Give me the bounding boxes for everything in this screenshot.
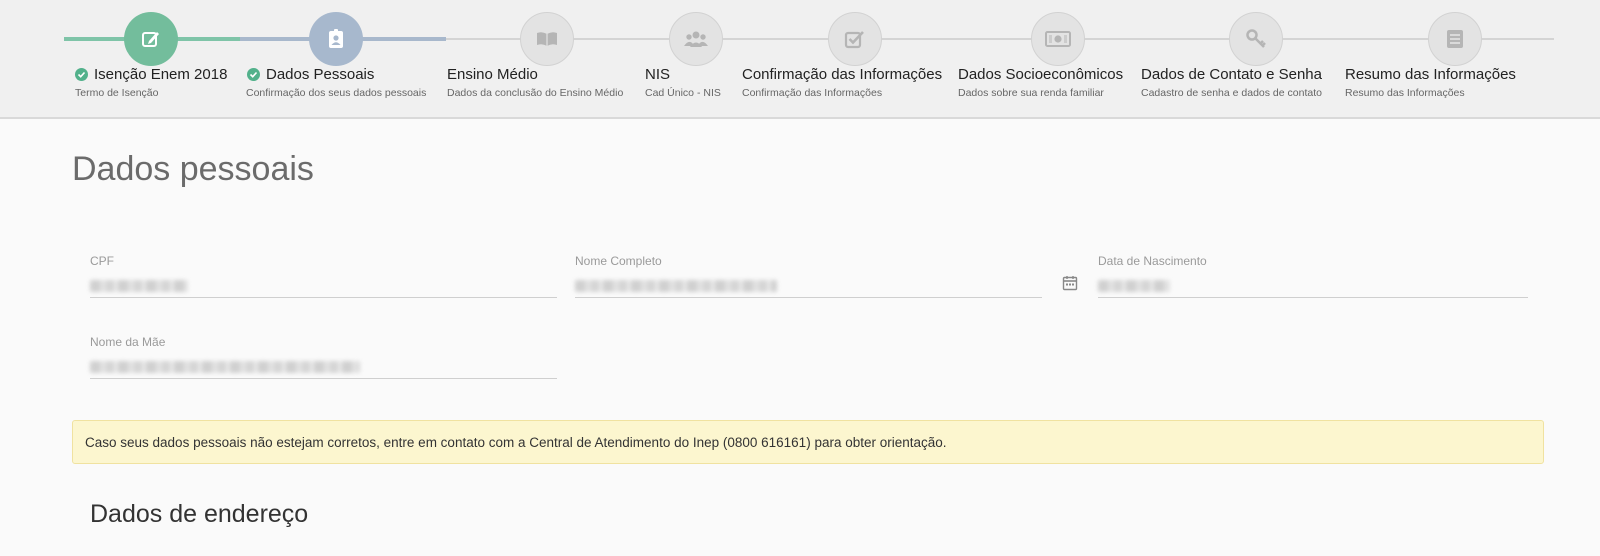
step-subtitle: Dados da conclusão do Ensino Médio [447, 87, 624, 99]
step-subtitle: Cad Único - NIS [645, 87, 721, 99]
users-icon [669, 12, 723, 66]
step-title: Resumo das Informações [1345, 66, 1516, 83]
nome-mae-label: Nome da Mãe [90, 335, 166, 349]
step-nis[interactable]: NIS Cad Único - NIS [640, 0, 740, 119]
key-icon [1229, 12, 1283, 66]
step-ensino-medio[interactable]: Ensino Médio Dados da conclusão do Ensin… [440, 0, 640, 119]
step-dados-pessoais[interactable]: Dados Pessoais Confirmação dos seus dado… [240, 0, 440, 119]
calendar-icon[interactable] [1062, 275, 1078, 296]
obscured-value [1098, 280, 1170, 292]
step-title: Dados Socioeconômicos [958, 66, 1124, 83]
step-isencao[interactable]: Isenção Enem 2018 Termo de Isenção [0, 0, 240, 119]
step-title: Confirmação das Informações [742, 66, 943, 83]
obscured-value [575, 280, 777, 292]
alert-text: Caso seus dados pessoais não estejam cor… [85, 434, 947, 450]
page-title: Dados pessoais [72, 150, 314, 188]
step-subtitle: Resumo das Informações [1345, 87, 1465, 99]
step-subtitle: Dados sobre sua renda familiar [958, 87, 1104, 99]
progress-stepper: Isenção Enem 2018 Termo de Isenção Dados… [0, 0, 1600, 119]
step-title: Ensino Médio [447, 66, 538, 83]
nome-completo-input[interactable] [575, 276, 1042, 298]
book-icon [520, 12, 574, 66]
step-title: Dados Pessoais [266, 66, 375, 83]
step-subtitle: Confirmação dos seus dados pessoais [246, 87, 427, 99]
list-icon [1428, 12, 1482, 66]
step-contato-senha[interactable]: Dados de Contato e Senha Cadastro de sen… [1140, 0, 1345, 119]
nome-mae-input[interactable] [90, 357, 557, 379]
check-icon [75, 68, 88, 81]
step-title: Isenção Enem 2018 [94, 66, 228, 83]
address-section-title: Dados de endereço [90, 500, 309, 528]
step-confirmacao[interactable]: Confirmação das Informações Confirmação … [740, 0, 950, 119]
nome-mae-field[interactable]: Nome da Mãe [90, 335, 557, 379]
step-title: Dados de Contato e Senha [1141, 66, 1322, 83]
step-subtitle: Cadastro de senha e dados de contato [1141, 87, 1322, 99]
data-nascimento-label: Data de Nascimento [1098, 254, 1207, 268]
check-icon [247, 68, 260, 81]
cpf-field[interactable]: CPF [90, 254, 557, 298]
nome-completo-field[interactable]: Nome Completo [575, 254, 1042, 298]
money-icon [1031, 12, 1085, 66]
step-socioeconomicos[interactable]: Dados Socioeconômicos Dados sobre sua re… [955, 0, 1140, 119]
step-resumo[interactable]: Resumo das Informações Resumo das Inform… [1345, 0, 1565, 119]
id-badge-icon [309, 12, 363, 66]
cpf-label: CPF [90, 254, 114, 268]
info-alert: Caso seus dados pessoais não estejam cor… [72, 420, 1544, 464]
data-nascimento-input[interactable] [1098, 276, 1528, 298]
step-subtitle: Confirmação das Informações [742, 87, 883, 99]
obscured-value [90, 361, 360, 373]
obscured-value [90, 280, 188, 292]
pencil-square-icon [124, 12, 178, 66]
check-square-icon [828, 12, 882, 66]
step-subtitle: Termo de Isenção [75, 87, 159, 99]
step-title: NIS [645, 66, 671, 83]
nome-completo-label: Nome Completo [575, 254, 662, 268]
cpf-input[interactable] [90, 276, 557, 298]
data-nascimento-field[interactable]: Data de Nascimento [1098, 254, 1528, 298]
